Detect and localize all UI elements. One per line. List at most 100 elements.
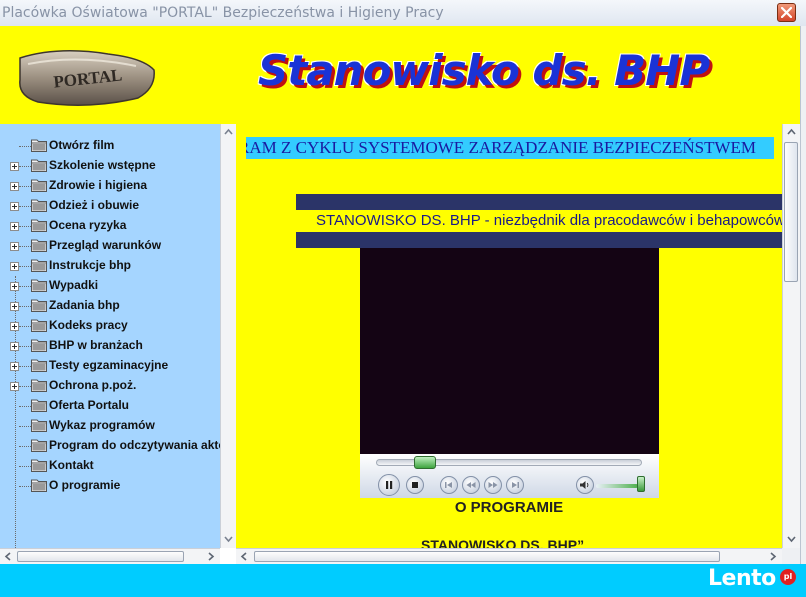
sidebar-item[interactable]: O programie — [0, 476, 220, 496]
sidebar-item[interactable]: Program do odczytywania aktów — [0, 436, 220, 456]
marquee-banner-text: STANOWISKO DS. BHP - niezbędnik dla prac… — [316, 212, 782, 229]
sidebar-item[interactable]: Wypadki — [0, 276, 220, 296]
expand-icon[interactable] — [10, 202, 19, 211]
main-hscroll-thumb[interactable] — [254, 551, 720, 562]
sidebar-item[interactable]: Odzież i obuwie — [0, 196, 220, 216]
scrolling-marquee-top: RAM Z CYKLU SYSTEMOWE ZARZĄDZANIE BEZPIE… — [246, 137, 774, 159]
tree-connector — [19, 346, 31, 347]
sidebar-item-label: Odzież i obuwie — [49, 198, 140, 212]
expand-icon[interactable] — [10, 162, 19, 171]
expand-icon[interactable] — [10, 302, 19, 311]
tree-connector — [19, 186, 31, 187]
scrolling-marquee-banner: STANOWISKO DS. BHP - niezbędnik dla prac… — [296, 210, 782, 232]
rewind-button[interactable] — [462, 476, 480, 494]
expand-icon[interactable] — [10, 242, 19, 251]
sidebar-item-label: Kontakt — [49, 458, 94, 472]
folder-icon — [31, 358, 47, 372]
sidebar-item[interactable]: Instrukcje bhp — [0, 256, 220, 276]
scroll-left-icon[interactable] — [1, 549, 15, 564]
folder-icon — [31, 198, 47, 212]
app-title: Stanowisko ds. BHP — [258, 46, 710, 95]
sidebar-item-label: Oferta Portalu — [49, 398, 130, 412]
expand-icon[interactable] — [10, 362, 19, 371]
sidebar-vertical-scrollbar[interactable] — [220, 124, 236, 548]
sidebar-item[interactable]: Szkolenie wstępne — [0, 156, 220, 176]
sidebar-item-label: Ocena ryzyka — [49, 218, 127, 232]
folder-icon — [31, 318, 47, 332]
sidebar-item-label: Instrukcje bhp — [49, 258, 132, 272]
sidebar-hscroll-thumb[interactable] — [17, 551, 184, 562]
sidebar-item-label: Testy egzaminacyjne — [49, 358, 169, 372]
sidebar-item-label: Szkolenie wstępne — [49, 158, 156, 172]
stop-button[interactable] — [406, 476, 424, 494]
sidebar-item[interactable]: BHP w branżach — [0, 336, 220, 356]
sidebar-item-label: Zadania bhp — [49, 298, 120, 312]
scroll-right-icon[interactable] — [766, 549, 780, 564]
sidebar-tree: Otwórz film Szkolenie wstępne Zdrowie i hi… — [0, 124, 220, 548]
seek-thumb[interactable] — [414, 456, 436, 469]
scroll-down-icon[interactable] — [784, 531, 799, 547]
about-heading: O PROGRAMIE — [454, 499, 564, 516]
scroll-left-icon[interactable] — [237, 549, 251, 564]
tree-connector — [19, 246, 31, 247]
folder-icon — [31, 238, 47, 252]
previous-button[interactable] — [440, 476, 458, 494]
sidebar-item-label: Program do odczytywania aktów — [49, 438, 220, 452]
expand-icon[interactable] — [10, 342, 19, 351]
sidebar-item[interactable]: Przegląd warunków — [0, 236, 220, 256]
folder-icon — [31, 258, 47, 272]
tree-connector — [19, 326, 31, 327]
tree-connector — [19, 366, 31, 367]
sidebar-item-label: Ochrona p.poż. — [49, 378, 137, 392]
folder-icon — [31, 138, 47, 152]
video-screen[interactable] — [360, 248, 659, 454]
volume-slider[interactable] — [596, 484, 638, 488]
expand-icon[interactable] — [10, 282, 19, 291]
sidebar-horizontal-scrollbar[interactable] — [0, 548, 220, 564]
fast-forward-button[interactable] — [484, 476, 502, 494]
volume-thumb[interactable] — [637, 476, 645, 492]
tree-connector — [19, 426, 31, 427]
window-border — [800, 26, 806, 597]
scroll-up-icon[interactable] — [221, 124, 236, 140]
main-vscroll-thumb[interactable] — [784, 142, 798, 282]
main-horizontal-scrollbar[interactable] — [236, 548, 782, 564]
tree-connector — [19, 266, 31, 267]
sidebar-item[interactable]: Kodeks pracy — [0, 316, 220, 336]
sidebar-item[interactable]: Zdrowie i higiena — [0, 176, 220, 196]
sidebar-item[interactable]: Ocena ryzyka — [0, 216, 220, 236]
pause-button[interactable] — [378, 474, 400, 496]
sidebar-item[interactable]: Otwórz film — [0, 136, 220, 156]
folder-icon — [31, 178, 47, 192]
expand-icon[interactable] — [10, 182, 19, 191]
expand-icon[interactable] — [10, 262, 19, 271]
expand-icon[interactable] — [10, 222, 19, 231]
scrollbar-corner — [782, 548, 800, 564]
speaker-icon — [580, 481, 589, 489]
main-vertical-scrollbar[interactable] — [782, 124, 800, 548]
mute-button[interactable] — [576, 476, 594, 494]
next-button[interactable] — [506, 476, 524, 494]
scroll-right-icon[interactable] — [204, 549, 218, 564]
expand-icon[interactable] — [10, 322, 19, 331]
sidebar-item[interactable]: Kontakt — [0, 456, 220, 476]
expand-icon[interactable] — [10, 382, 19, 391]
folder-icon — [31, 438, 47, 452]
tree-connector — [19, 286, 31, 287]
folder-icon — [31, 158, 47, 172]
scroll-down-icon[interactable] — [221, 531, 236, 547]
window-title: Placówka Oświatowa "PORTAL" Bezpieczeńst… — [2, 5, 444, 21]
sidebar-item[interactable]: Wykaz programów — [0, 416, 220, 436]
watermark-badge: pl — [780, 569, 796, 585]
sidebar-item-label: BHP w branżach — [49, 338, 143, 352]
sidebar-item[interactable]: Testy egzaminacyjne — [0, 356, 220, 376]
tree-connector — [19, 146, 31, 147]
sidebar-item-label: Zdrowie i higiena — [49, 178, 148, 192]
tree-connector — [19, 486, 31, 487]
sidebar-item[interactable]: Zadania bhp — [0, 296, 220, 316]
folder-icon — [31, 278, 47, 292]
close-button[interactable] — [777, 3, 796, 22]
sidebar-item[interactable]: Oferta Portalu — [0, 396, 220, 416]
sidebar-item[interactable]: Ochrona p.poż. — [0, 376, 220, 396]
scroll-up-icon[interactable] — [784, 124, 799, 140]
